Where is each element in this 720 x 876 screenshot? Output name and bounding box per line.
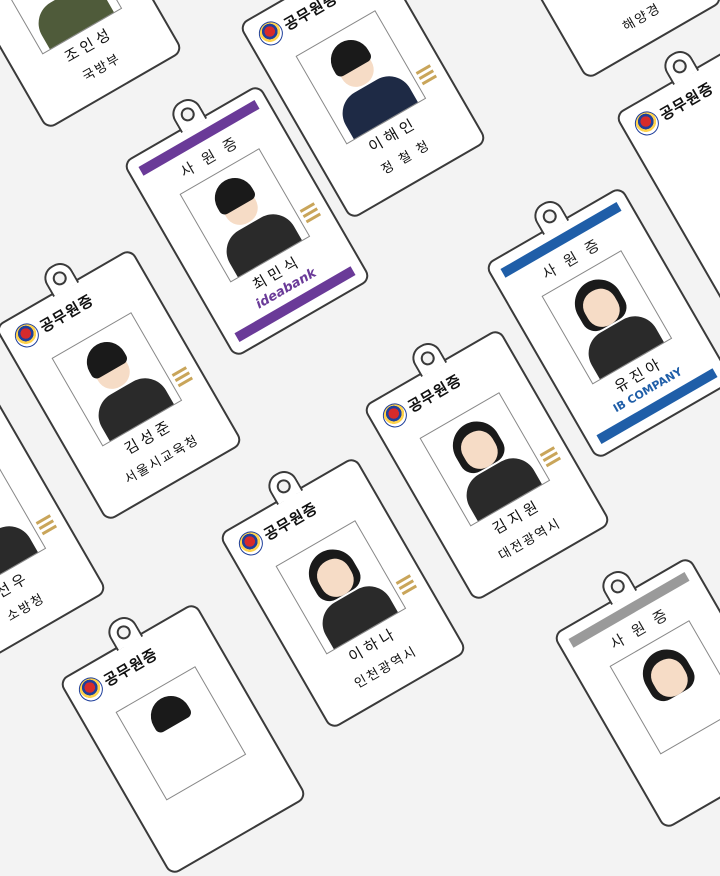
rank-stripes-icon [35, 514, 59, 538]
card-title: 공무원증 [260, 498, 321, 544]
id-card-jo-inseong: 조인성 국방부 [0, 0, 184, 131]
lanyard-hole [263, 465, 304, 506]
card-title: 공무원증 [280, 0, 341, 34]
rank-stripes-icon [171, 366, 195, 390]
id-photo [115, 666, 247, 801]
card-title: 공무원증 [656, 78, 717, 124]
card-title: 공무원증 [36, 290, 97, 336]
lanyard-hole [597, 565, 638, 606]
lanyard-hole [529, 195, 570, 236]
lanyard-hole [103, 611, 144, 652]
id-card-staff-gray: 사 원 증 [552, 555, 720, 831]
rank-stripes-icon [299, 202, 323, 226]
organization: 해양경 [620, 0, 665, 35]
lanyard-hole [39, 257, 80, 298]
id-card-scene: 공무원증 이해인 정 철 청 사 원 증 최민식 ideabank 공무원증 김… [0, 0, 720, 876]
lanyard-hole [407, 337, 448, 378]
card-title: 공무원증 [100, 644, 161, 690]
lanyard-hole [659, 45, 700, 86]
id-card-gov-partial: 공무원증 [58, 601, 308, 876]
emblem-row: 공무원증 [630, 75, 718, 140]
rank-stripes-icon [415, 64, 439, 88]
rank-stripes-icon [539, 446, 563, 470]
rank-stripes-icon [395, 574, 419, 598]
lanyard-hole [167, 93, 208, 134]
hair-icon [143, 688, 194, 735]
card-title: 공무원증 [404, 370, 465, 416]
